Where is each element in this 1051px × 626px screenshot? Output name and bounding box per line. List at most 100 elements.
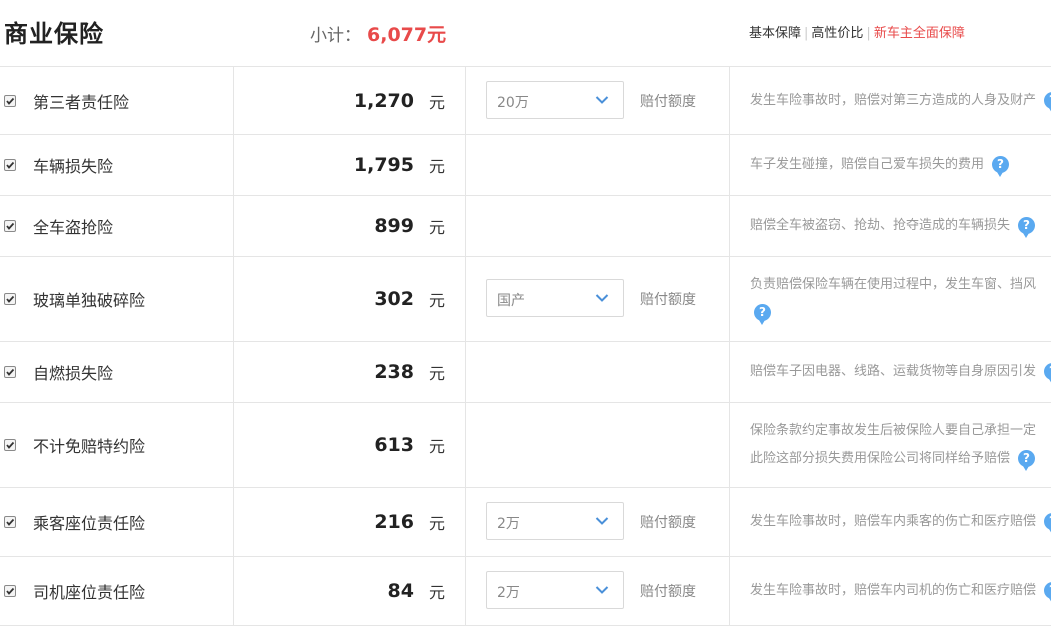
description-text: 负责赔偿保险车辆在使用过程中，发生车窗、挡风: [750, 277, 1037, 292]
row-checkbox[interactable]: [4, 94, 16, 107]
insurance-name: 第三者责任险: [33, 92, 130, 112]
insurance-price: 238: [374, 361, 414, 383]
price-cell: 302 元: [234, 257, 466, 341]
description-text: 车子发生碰撞，赔偿自己爱车损失的费用: [750, 157, 985, 172]
section-header: 商业保险 小计： 6,077元 基本保障 | 高性价比 | 新车主全面保障: [0, 0, 1051, 66]
name-cell: 不计免赔特约险: [0, 403, 234, 487]
coverage-cell: 国产 赔付额度: [466, 257, 730, 341]
check-icon: [6, 97, 15, 105]
description-line: 此险这部分损失费用保险公司将同样给予赔偿?: [750, 445, 1036, 473]
row-checkbox[interactable]: [4, 585, 16, 597]
description-cell: 赔偿全车被盗窃、抢劫、抢夺造成的车辆损失?: [730, 196, 1051, 256]
price-cell: 1,795 元: [234, 135, 466, 195]
price-cell: 613 元: [234, 403, 466, 487]
insurance-name: 玻璃单独破碎险: [33, 291, 146, 310]
price-unit: 元: [429, 157, 446, 176]
help-icon[interactable]: ?: [754, 304, 771, 325]
insurance-name: 车辆损失险: [33, 157, 114, 176]
description-cell: 发生车险事故时，赔偿车内司机的伤亡和医疗赔偿?: [730, 557, 1051, 625]
chevron-down-icon: [595, 517, 609, 525]
plan-full-link[interactable]: 新车主全面保障: [874, 26, 965, 41]
row-checkbox[interactable]: [4, 439, 16, 451]
insurance-table: 第三者责任险 1,270 元 20万 赔付额度 发生车险事故时，赔偿对第三方造成的人身及财…: [0, 66, 1051, 626]
price-unit: 元: [429, 514, 446, 533]
insurance-row: 不计免赔特约险 613 元 保险条款约定事故发生后被保险人要自己承担一定此险这部分损失…: [0, 403, 1051, 488]
price-cell: 216 元: [234, 488, 466, 556]
name-cell: 司机座位责任险: [0, 557, 234, 625]
row-checkbox[interactable]: [4, 366, 16, 378]
insurance-price: 1,270: [353, 89, 414, 112]
row-checkbox[interactable]: [4, 159, 16, 171]
divider: |: [866, 26, 871, 41]
help-icon[interactable]: ?: [992, 156, 1010, 177]
insurance-price: 302: [374, 288, 414, 310]
chevron-down-icon: [595, 586, 609, 594]
subtotal: 小计： 6,077元: [310, 20, 446, 47]
help-icon[interactable]: ?: [1044, 92, 1051, 113]
coverage-select-value: 20万: [497, 94, 529, 111]
plan-links: 基本保障 | 高性价比 | 新车主全面保障: [749, 22, 965, 41]
name-cell: 车辆损失险: [0, 135, 234, 195]
plan-basic-link[interactable]: 基本保障: [749, 26, 801, 41]
description-cell: 赔偿车子因电器、线路、运载货物等自身原因引发?: [730, 342, 1051, 402]
price-unit: 元: [429, 583, 446, 602]
insurance-row: 玻璃单独破碎险 302 元 国产 赔付额度 负责赔偿保险车辆在使用过程中，发生车窗、挡风?: [0, 257, 1051, 342]
description-line: 保险条款约定事故发生后被保险人要自己承担一定: [750, 417, 1036, 445]
description-cell: 负责赔偿保险车辆在使用过程中，发生车窗、挡风?: [730, 257, 1051, 341]
description-line: 发生车险事故时，赔偿车内乘客的伤亡和医疗赔偿?: [750, 508, 1051, 536]
coverage-select-value: 2万: [497, 585, 520, 601]
insurance-row: 全车盗抢险 899 元 赔偿全车被盗窃、抢劫、抢夺造成的车辆损失?: [0, 196, 1051, 257]
description-cell: 发生车险事故时，赔偿对第三方造成的人身及财产?: [730, 67, 1051, 134]
help-icon[interactable]: ?: [1044, 513, 1051, 534]
description-text: 发生车险事故时，赔偿车内乘客的伤亡和医疗赔偿: [750, 514, 1037, 529]
insurance-row: 乘客座位责任险 216 元 2万 赔付额度 发生车险事故时，赔偿车内乘客的伤亡和医疗赔偿?: [0, 488, 1051, 557]
insurance-row: 司机座位责任险 84 元 2万 赔付额度 发生车险事故时，赔偿车内司机的伤亡和医疗赔偿?: [0, 557, 1051, 626]
description-text: 赔偿车子因电器、线路、运载货物等自身原因引发: [750, 364, 1037, 379]
price-unit: 元: [429, 291, 446, 310]
help-icon[interactable]: ?: [1044, 582, 1051, 603]
insurance-price: 899: [374, 215, 414, 237]
coverage-select[interactable]: 20万: [486, 80, 624, 119]
price-cell: 84 元: [234, 557, 466, 625]
insurance-row: 第三者责任险 1,270 元 20万 赔付额度 发生车险事故时，赔偿对第三方造成的人身及财…: [0, 67, 1051, 135]
row-checkbox[interactable]: [4, 220, 16, 232]
description-text: 赔偿全车被盗窃、抢劫、抢夺造成的车辆损失: [750, 218, 1011, 233]
name-cell: 玻璃单独破碎险: [0, 257, 234, 341]
insurance-price: 613: [374, 434, 414, 456]
name-cell: 自燃损失险: [0, 342, 234, 402]
plan-value-link[interactable]: 高性价比: [811, 26, 863, 41]
name-cell: 第三者责任险: [0, 67, 234, 134]
help-icon[interactable]: ?: [1018, 217, 1036, 238]
check-icon: [6, 222, 15, 230]
help-icon[interactable]: ?: [1044, 363, 1051, 384]
name-cell: 乘客座位责任险: [0, 488, 234, 556]
row-checkbox[interactable]: [4, 516, 16, 528]
description-text: 保险条款约定事故发生后被保险人要自己承担一定: [750, 423, 1037, 438]
check-icon: [6, 161, 15, 169]
coverage-cell: [466, 135, 730, 195]
price-unit: 元: [429, 364, 446, 383]
insurance-row: 车辆损失险 1,795 元 车子发生碰撞，赔偿自己爱车损失的费用?: [0, 135, 1051, 196]
subtotal-label: 小计：: [310, 26, 361, 46]
insurance-price: 1,795: [353, 154, 414, 176]
insurance-name: 乘客座位责任险: [33, 514, 146, 533]
coverage-select[interactable]: 国产: [486, 279, 624, 317]
description-line: 负责赔偿保险车辆在使用过程中，发生车窗、挡风: [750, 271, 1036, 299]
price-cell: 899 元: [234, 196, 466, 256]
description-text: 发生车险事故时，赔偿对第三方造成的人身及财产: [750, 93, 1037, 108]
coverage-amount-label: 赔付额度: [640, 93, 696, 110]
check-icon: [6, 587, 15, 595]
description-line: 车子发生碰撞，赔偿自己爱车损失的费用?: [750, 151, 1010, 179]
coverage-amount-label: 赔付额度: [640, 584, 696, 600]
coverage-cell: 20万 赔付额度: [466, 67, 730, 134]
coverage-cell: 2万 赔付额度: [466, 488, 730, 556]
coverage-select[interactable]: 2万: [486, 502, 624, 540]
coverage-select-value: 国产: [497, 293, 525, 309]
help-icon[interactable]: ?: [1018, 450, 1036, 471]
description-line: ?: [750, 299, 771, 327]
description-text: 发生车险事故时，赔偿车内司机的伤亡和医疗赔偿: [750, 583, 1037, 598]
coverage-cell: 2万 赔付额度: [466, 557, 730, 625]
coverage-select[interactable]: 2万: [486, 571, 624, 609]
insurance-name: 全车盗抢险: [33, 218, 114, 237]
row-checkbox[interactable]: [4, 293, 16, 305]
